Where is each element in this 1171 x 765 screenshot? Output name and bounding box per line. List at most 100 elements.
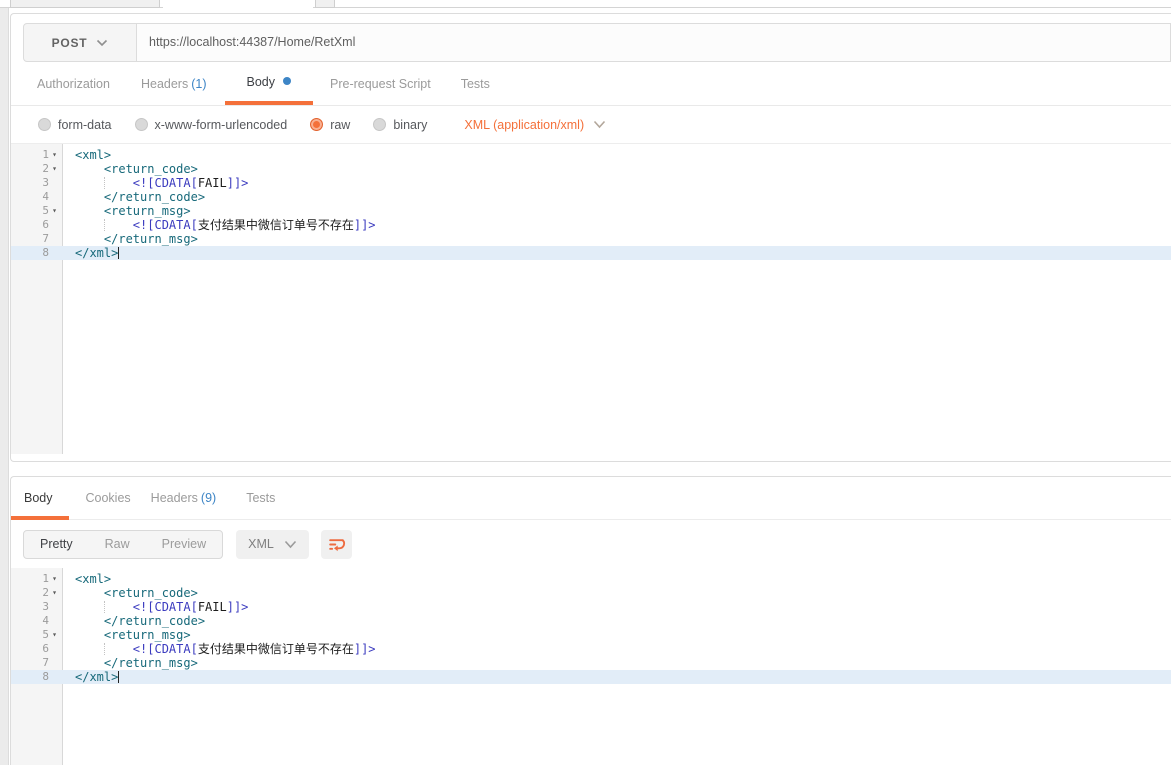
code-line[interactable]: 8</xml> xyxy=(11,670,1171,684)
code-text: <return_msg> xyxy=(62,204,191,218)
code-text: <![CDATA[FAIL]]> xyxy=(62,176,248,190)
code-line[interactable]: 6 <![CDATA[支付结果中微信订单号不存在]]> xyxy=(11,642,1171,656)
code-line[interactable]: 2▾ <return_code> xyxy=(11,586,1171,600)
line-number: 1▾ xyxy=(11,572,62,586)
text-cursor xyxy=(118,247,119,259)
code-text: <xml> xyxy=(62,148,111,162)
active-tab-gap xyxy=(163,7,313,8)
code-text: <return_code> xyxy=(62,162,198,176)
response-tab-body[interactable]: Body xyxy=(24,477,53,519)
workspace-tab-bar xyxy=(0,0,1171,8)
line-number: 3 xyxy=(11,176,62,190)
chevron-down-icon xyxy=(593,120,606,129)
code-line[interactable]: 4 </return_code> xyxy=(11,190,1171,204)
view-mode-group: Pretty Raw Preview xyxy=(23,530,223,559)
code-text: <![CDATA[支付结果中微信订单号不存在]]> xyxy=(62,218,376,232)
code-line[interactable]: 3 <![CDATA[FAIL]]> xyxy=(11,176,1171,190)
fold-arrow-icon[interactable]: ▾ xyxy=(49,162,60,176)
code-line[interactable]: 1▾<xml> xyxy=(11,572,1171,586)
tab-authorization[interactable]: Authorization xyxy=(37,63,110,105)
code-text: <![CDATA[支付结果中微信订单号不存在]]> xyxy=(62,642,376,656)
mode-raw[interactable]: raw xyxy=(310,118,350,132)
sidebar-edge xyxy=(0,8,9,765)
code-text: <![CDATA[FAIL]]> xyxy=(62,600,248,614)
pretty-button[interactable]: Pretty xyxy=(24,531,89,558)
request-tab-inactive[interactable] xyxy=(10,0,160,8)
raw-button[interactable]: Raw xyxy=(89,531,146,558)
fold-arrow-icon[interactable]: ▾ xyxy=(49,204,60,218)
tab-tests[interactable]: Tests xyxy=(461,63,490,105)
code-lines: 1▾<xml>2▾ <return_code>3 <![CDATA[FAIL]]… xyxy=(11,144,1171,260)
line-number: 7 xyxy=(11,232,62,246)
url-control: POST https://localhost:44387/Home/RetXml xyxy=(23,23,1171,62)
code-line[interactable]: 5▾ <return_msg> xyxy=(11,628,1171,642)
code-line[interactable]: 6 <![CDATA[支付结果中微信订单号不存在]]> xyxy=(11,218,1171,232)
fold-arrow-icon[interactable]: ▾ xyxy=(49,586,60,600)
url-input[interactable]: https://localhost:44387/Home/RetXml xyxy=(137,23,1171,62)
code-lines: 1▾<xml>2▾ <return_code>3 <![CDATA[FAIL]]… xyxy=(11,568,1171,684)
response-language-selector[interactable]: XML xyxy=(236,530,309,559)
body-indicator-dot xyxy=(283,77,291,85)
response-body-editor[interactable]: 1▾<xml>2▾ <return_code>3 <![CDATA[FAIL]]… xyxy=(11,568,1171,765)
mode-binary[interactable]: binary xyxy=(373,118,427,132)
body-mode-row: form-data x-www-form-urlencoded raw bina… xyxy=(11,106,1171,144)
fold-arrow-icon[interactable]: ▾ xyxy=(49,628,60,642)
line-number: 1▾ xyxy=(11,148,62,162)
line-number: 6 xyxy=(11,218,62,232)
new-tab-button[interactable] xyxy=(315,0,335,8)
line-number: 5▾ xyxy=(11,628,62,642)
response-panel: Body Cookies Headers(9) Tests Pretty Raw… xyxy=(10,476,1171,765)
content-type-selector[interactable]: XML (application/xml) xyxy=(464,118,606,132)
tab-headers[interactable]: Headers(1) xyxy=(141,63,207,105)
request-body-editor[interactable]: 1▾<xml>2▾ <return_code>3 <![CDATA[FAIL]]… xyxy=(11,144,1171,454)
code-line[interactable]: 4 </return_code> xyxy=(11,614,1171,628)
code-line[interactable]: 2▾ <return_code> xyxy=(11,162,1171,176)
method-selector[interactable]: POST xyxy=(23,23,137,62)
fold-arrow-icon[interactable]: ▾ xyxy=(49,572,60,586)
chevron-down-icon xyxy=(96,39,108,47)
tab-pre-request-script[interactable]: Pre-request Script xyxy=(330,63,431,105)
line-number: 2▾ xyxy=(11,586,62,600)
tab-body[interactable]: Body xyxy=(225,63,314,105)
response-tab-headers[interactable]: Headers(9) xyxy=(151,477,217,519)
code-line[interactable]: 7 </return_msg> xyxy=(11,656,1171,670)
preview-button[interactable]: Preview xyxy=(146,531,222,558)
request-tabs: Authorization Headers(1) Body Pre-reques… xyxy=(11,63,1171,106)
code-text: <return_msg> xyxy=(62,628,191,642)
code-line[interactable]: 7 </return_msg> xyxy=(11,232,1171,246)
line-number: 8 xyxy=(11,246,62,260)
code-text: </xml> xyxy=(62,246,119,260)
wrap-text-icon xyxy=(327,535,346,554)
response-tab-tests[interactable]: Tests xyxy=(246,477,275,519)
code-line[interactable]: 5▾ <return_msg> xyxy=(11,204,1171,218)
line-number: 5▾ xyxy=(11,204,62,218)
chevron-down-icon xyxy=(284,540,297,549)
mode-urlencoded[interactable]: x-www-form-urlencoded xyxy=(135,118,288,132)
active-tab-underline xyxy=(11,516,69,520)
method-label: POST xyxy=(52,36,88,50)
request-panel: POST https://localhost:44387/Home/RetXml… xyxy=(10,13,1171,462)
url-row: POST https://localhost:44387/Home/RetXml xyxy=(11,14,1171,63)
fold-arrow-icon[interactable]: ▾ xyxy=(49,148,60,162)
radio-selected-icon xyxy=(310,118,323,131)
response-tabs: Body Cookies Headers(9) Tests xyxy=(11,477,1171,520)
response-tab-cookies[interactable]: Cookies xyxy=(86,477,131,519)
code-line[interactable]: 1▾<xml> xyxy=(11,148,1171,162)
radio-icon xyxy=(38,118,51,131)
radio-icon xyxy=(373,118,386,131)
response-headers-count-badge: (9) xyxy=(201,491,216,505)
mode-form-data[interactable]: form-data xyxy=(38,118,112,132)
code-text: </return_code> xyxy=(62,614,205,628)
code-line[interactable]: 8</xml> xyxy=(11,246,1171,260)
code-text: </return_msg> xyxy=(62,656,198,670)
radio-icon xyxy=(135,118,148,131)
line-number: 4 xyxy=(11,190,62,204)
line-number: 2▾ xyxy=(11,162,62,176)
code-text: </xml> xyxy=(62,670,119,684)
code-line[interactable]: 3 <![CDATA[FAIL]]> xyxy=(11,600,1171,614)
headers-count-badge: (1) xyxy=(191,77,206,91)
wrap-text-button[interactable] xyxy=(321,530,352,559)
code-text: </return_code> xyxy=(62,190,205,204)
line-number: 6 xyxy=(11,642,62,656)
text-cursor xyxy=(118,671,119,683)
